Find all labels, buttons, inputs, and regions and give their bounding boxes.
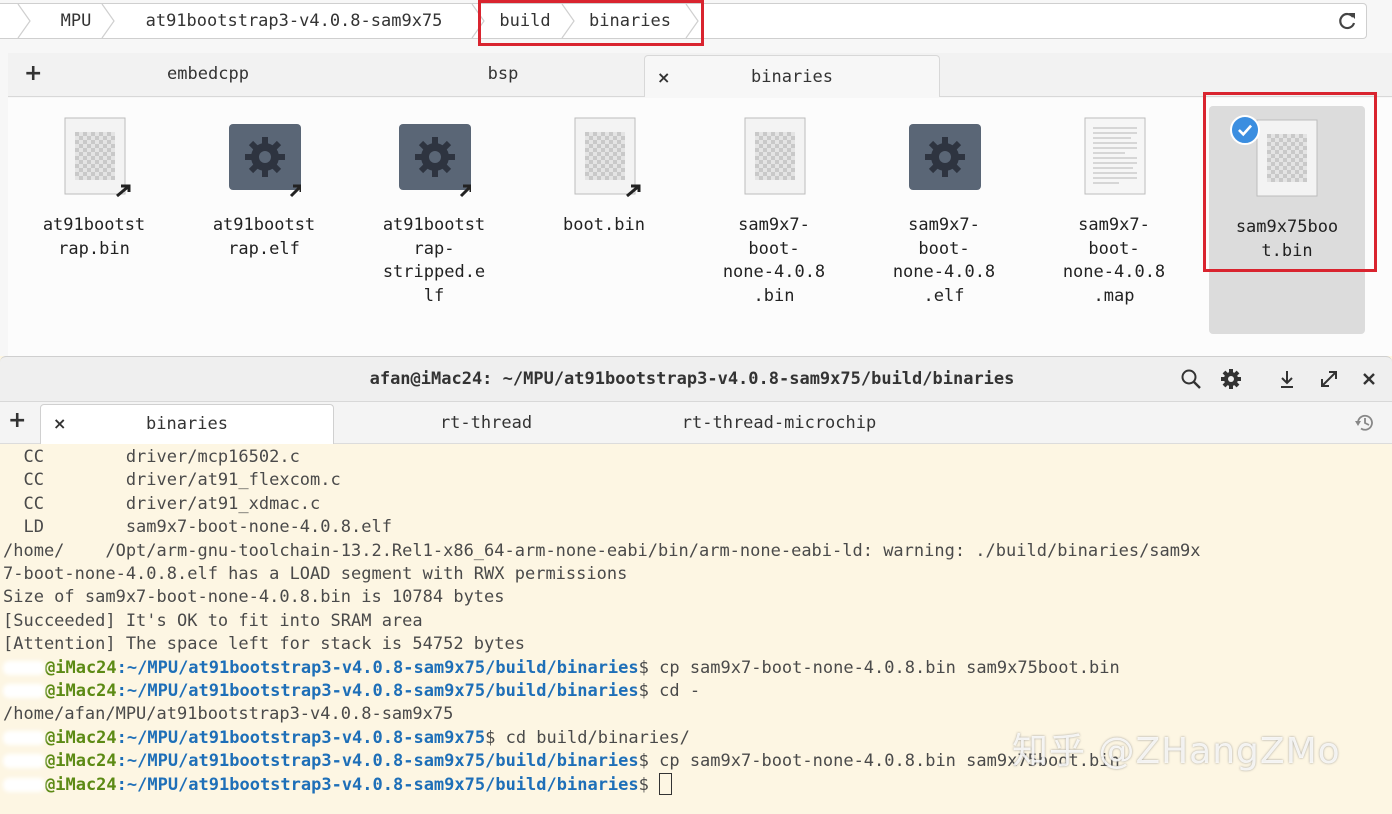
prompt-user: @iMac24 xyxy=(45,751,117,772)
prompt-command: $ xyxy=(638,775,660,796)
prompt-command: $ cd build/binaries/ xyxy=(485,727,690,748)
highlight-box-file xyxy=(1203,92,1377,272)
file-name: sam9x7- boot- none-4.0.8 .bin xyxy=(722,215,826,306)
file-item-sam9x7-boot-bin[interactable]: sam9x7- boot- none-4.0.8 .bin xyxy=(694,104,854,334)
redacted-username xyxy=(3,660,45,675)
tab-embedcpp[interactable]: embedcpp xyxy=(68,53,348,96)
tab-rt-thread[interactable]: rt-thread xyxy=(338,404,634,444)
file-manager-window: MPU at91bootstrap3-v4.0.8-sam9x75 build … xyxy=(0,0,1392,356)
executable-file-link-icon xyxy=(399,124,471,198)
prompt-path: :~/MPU/at91bootstrap3-v4.0.8-sam9x75/bui… xyxy=(116,680,639,701)
new-tab-button[interactable]: + xyxy=(8,408,26,433)
file-name: boot.bin xyxy=(563,215,645,235)
prompt-command: $ cp sam9x7-boot-none-4.0.8.bin sam9x75b… xyxy=(638,657,1120,678)
binary-file-icon xyxy=(744,117,806,195)
file-item-at91bootstrap-stripped-elf[interactable]: at91bootst rap- stripped.e lf xyxy=(354,104,514,334)
file-item-at91bootstrap-bin[interactable]: at91bootst rap.bin xyxy=(14,104,174,334)
tab-label: binaries xyxy=(146,414,228,434)
prompt-path: :~/MPU/at91bootstrap3-v4.0.8-sam9x75/bui… xyxy=(116,775,639,796)
tab-label: bsp xyxy=(487,64,519,84)
prompt-line: @iMac24:~/MPU/at91bootstrap3-v4.0.8-sam9… xyxy=(3,657,1389,680)
prompt-user: @iMac24 xyxy=(45,657,117,678)
tab-binaries[interactable]: × binaries xyxy=(644,55,940,97)
output-line: CC driver/at91_flexcom.c xyxy=(3,470,341,491)
output-line: CC driver/mcp16502.c xyxy=(3,447,300,467)
gear-icon[interactable] xyxy=(1220,368,1242,390)
breadcrumb-separator xyxy=(100,4,116,38)
redacted-username xyxy=(3,778,45,793)
executable-file-icon xyxy=(909,124,981,190)
close-tab-button[interactable]: × xyxy=(657,56,670,99)
download-icon[interactable] xyxy=(1276,368,1298,390)
binary-file-link-icon xyxy=(64,117,131,198)
file-name: sam9x7- boot- none-4.0.8 .elf xyxy=(892,215,996,306)
prompt-command: $ cd - xyxy=(638,680,701,701)
prompt-user: @iMac24 xyxy=(45,680,117,701)
output-line: LD sam9x7-boot-none-4.0.8.elf xyxy=(3,517,392,538)
output-line: [Attention] The space left for stack is … xyxy=(3,634,525,655)
breadcrumb-separator xyxy=(16,4,32,38)
prompt-line: @iMac24:~/MPU/at91bootstrap3-v4.0.8-sam9… xyxy=(3,680,1389,703)
prompt-line: @iMac24:~/MPU/at91bootstrap3-v4.0.8-sam9… xyxy=(3,773,1389,796)
file-item-sam9x7-boot-elf[interactable]: sam9x7- boot- none-4.0.8 .elf xyxy=(864,104,1024,334)
output-line: [Succeeded] It's OK to fit into SRAM are… xyxy=(3,610,423,631)
tab-label: rt-thread xyxy=(439,413,533,433)
output-line: 7-boot-none-4.0.8.elf has a LOAD segment… xyxy=(3,563,628,584)
prompt-path: :~/MPU/at91bootstrap3-v4.0.8-sam9x75 xyxy=(116,727,486,748)
tab-label: embedcpp xyxy=(167,64,249,84)
prompt-user: @iMac24 xyxy=(45,775,117,796)
redacted-username xyxy=(3,683,45,698)
breadcrumb-at91bootstrap3[interactable]: at91bootstrap3-v4.0.8-sam9x75 xyxy=(118,4,470,38)
close-icon[interactable] xyxy=(1358,368,1380,390)
reload-icon[interactable] xyxy=(1336,10,1358,32)
watermark: 知乎 @ZHangZMo xyxy=(1012,731,1341,772)
redacted-username xyxy=(3,754,45,769)
tab-binaries[interactable]: × binaries xyxy=(40,404,334,444)
tab-label: binaries xyxy=(751,67,833,87)
tab-label: rt-thread-microchip xyxy=(681,413,877,433)
file-name: sam9x7- boot- none-4.0.8 .map xyxy=(1062,215,1166,306)
new-tab-button[interactable]: + xyxy=(24,61,42,86)
maximize-icon[interactable] xyxy=(1318,368,1340,390)
file-name: at91bootst rap- stripped.e lf xyxy=(382,215,486,306)
file-item-boot-bin[interactable]: boot.bin xyxy=(524,104,684,334)
terminal-titlebar: afan@iMac24: ~/MPU/at91bootstrap3-v4.0.8… xyxy=(0,356,1392,402)
redacted-username xyxy=(3,730,45,745)
search-icon[interactable] xyxy=(1180,368,1202,390)
prompt-path: :~/MPU/at91bootstrap3-v4.0.8-sam9x75/bui… xyxy=(116,657,639,678)
file-item-at91bootstrap-elf[interactable]: at91bootst rap.elf xyxy=(184,104,344,334)
text-file-icon xyxy=(1084,117,1146,195)
tab-bsp[interactable]: bsp xyxy=(358,53,648,96)
file-name: at91bootst rap.elf xyxy=(212,215,316,259)
tab-rt-thread-microchip[interactable]: rt-thread-microchip xyxy=(634,404,924,444)
binary-file-link-icon xyxy=(574,117,641,198)
highlight-box-path xyxy=(478,0,704,46)
terminal-title: afan@iMac24: ~/MPU/at91bootstrap3-v4.0.8… xyxy=(369,369,1015,389)
file-grid: at91bootst rap.bin at91bootst rap.elf at xyxy=(8,98,1392,356)
output-line: CC driver/at91_xdmac.c xyxy=(3,493,321,514)
text-cursor xyxy=(659,773,673,796)
executable-file-link-icon xyxy=(229,124,301,198)
terminal-tab-bar: + × binaries rt-thread rt-thread-microch… xyxy=(0,402,1392,444)
output-line: Size of sam9x7-boot-none-4.0.8.bin is 10… xyxy=(3,587,505,608)
file-name: at91bootst rap.bin xyxy=(42,215,146,259)
file-item-sam9x7-boot-map[interactable]: sam9x7- boot- none-4.0.8 .map xyxy=(1034,104,1194,334)
close-tab-button[interactable]: × xyxy=(53,405,66,443)
prompt-path: :~/MPU/at91bootstrap3-v4.0.8-sam9x75/bui… xyxy=(116,751,639,772)
prompt-user: @iMac24 xyxy=(45,727,117,748)
history-icon[interactable] xyxy=(1354,412,1376,434)
file-manager-tab-bar: + embedcpp bsp × binaries xyxy=(8,53,1392,97)
output-line: /home/ /Opt/arm-gnu-toolchain-13.2.Rel1-… xyxy=(3,540,1201,561)
